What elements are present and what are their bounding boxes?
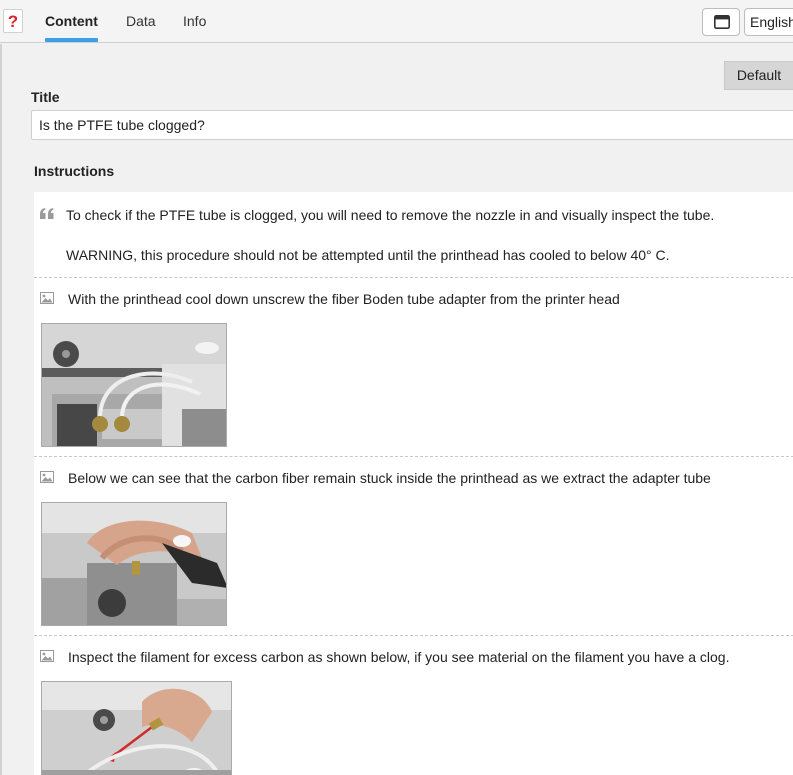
default-button[interactable]: Default <box>724 61 793 90</box>
top-tab-bar: ? Content Data Info English <box>0 0 793 43</box>
list-item[interactable]: To check if the PTFE tube is clogged, yo… <box>34 192 793 278</box>
instruction-text: Inspect the filament for excess carbon a… <box>68 649 730 665</box>
instructions-list: To check if the PTFE tube is clogged, yo… <box>34 192 793 775</box>
instruction-text: With the printhead cool down unscrew the… <box>68 291 620 307</box>
tab-content[interactable]: Content <box>45 0 98 43</box>
list-item[interactable]: With the printhead cool down unscrew the… <box>34 278 793 457</box>
quote-icon <box>40 208 54 219</box>
image-icon <box>40 650 54 662</box>
title-label: Title <box>31 89 60 105</box>
question-mark-icon[interactable]: ? <box>3 9 23 33</box>
title-input[interactable] <box>31 110 793 140</box>
instructions-label: Instructions <box>34 163 115 179</box>
fullscreen-button[interactable] <box>702 8 740 36</box>
list-item[interactable]: Inspect the filament for excess carbon a… <box>34 636 793 775</box>
hand-extracting-photo <box>42 503 226 625</box>
filament-inspection-photo <box>42 682 231 775</box>
tab-info[interactable]: Info <box>183 0 206 43</box>
image-icon <box>40 471 54 483</box>
image-icon <box>40 292 54 304</box>
language-select[interactable]: English <box>744 8 793 36</box>
instruction-warning-text: WARNING, this procedure should not be at… <box>66 247 670 263</box>
step-thumbnail[interactable] <box>41 323 227 447</box>
list-item[interactable]: Below we can see that the carbon fiber r… <box>34 457 793 636</box>
window-icon <box>714 15 730 29</box>
instruction-text: To check if the PTFE tube is clogged, yo… <box>66 207 715 223</box>
step-thumbnail[interactable] <box>41 502 227 626</box>
instruction-text: Below we can see that the carbon fiber r… <box>68 470 711 486</box>
printhead-photo <box>42 324 226 446</box>
tab-data[interactable]: Data <box>126 0 156 43</box>
step-thumbnail[interactable] <box>41 681 232 775</box>
